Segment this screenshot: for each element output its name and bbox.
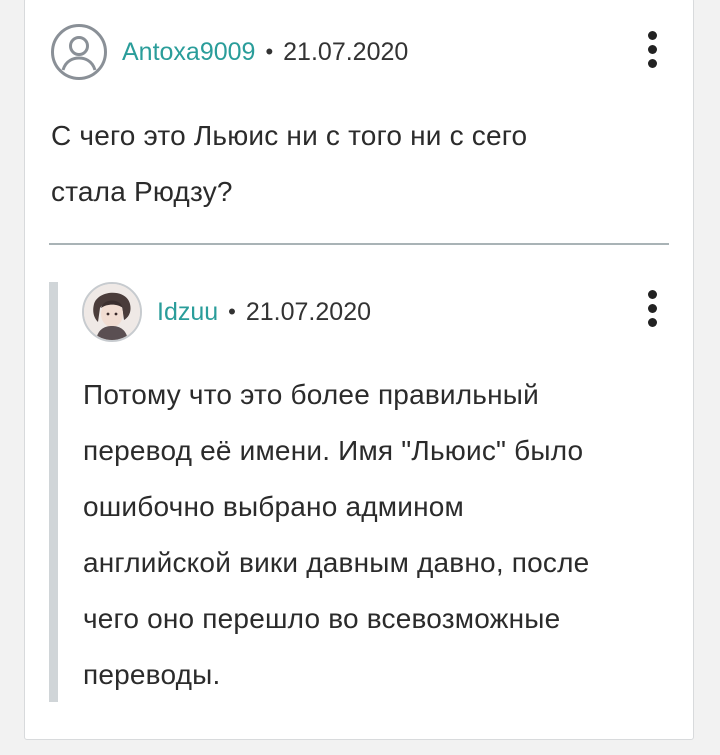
default-user-icon[interactable]: [51, 24, 107, 80]
comment-line: чего оно перешло во всевозможные: [83, 603, 561, 634]
more-options-icon[interactable]: [646, 290, 660, 330]
author-name[interactable]: Antoxa9009: [122, 38, 255, 67]
separator-dot: •: [228, 299, 236, 324]
comment-card: Antoxa9009 • 21.07.2020 С чего это Льюис…: [24, 0, 694, 740]
reply-body: Потому что это более правильный перевод …: [83, 367, 589, 703]
comment-header: Antoxa9009 • 21.07.2020: [51, 24, 408, 80]
comment-divider: [49, 243, 669, 245]
comment-line: английской вики давным давно, после: [83, 547, 590, 578]
comment-date: 21.07.2020: [283, 37, 409, 66]
comment-line: Потому что это более правильный: [83, 379, 539, 410]
comment-line: ошибочно выбрано админом: [83, 491, 464, 522]
comment-line: перевод её имени. Имя "Льюис" было: [83, 435, 584, 466]
comment-line: С чего это Льюис ни с того ни с сего: [51, 120, 528, 151]
comment-date: 21.07.2020: [245, 297, 371, 326]
author-name[interactable]: Idzuu: [157, 298, 218, 327]
comment-line: стала Рюдзу?: [51, 176, 233, 207]
comment-body: С чего это Льюис ни с того ни с сего ста…: [51, 108, 527, 220]
separator-dot: •: [265, 39, 274, 64]
reply-header: Idzuu • 21.07.2020: [82, 282, 371, 342]
comment-line: переводы.: [83, 659, 221, 690]
reply-thread-bar: [49, 282, 58, 702]
more-options-icon[interactable]: [646, 31, 660, 71]
user-photo-avatar[interactable]: [82, 282, 142, 342]
